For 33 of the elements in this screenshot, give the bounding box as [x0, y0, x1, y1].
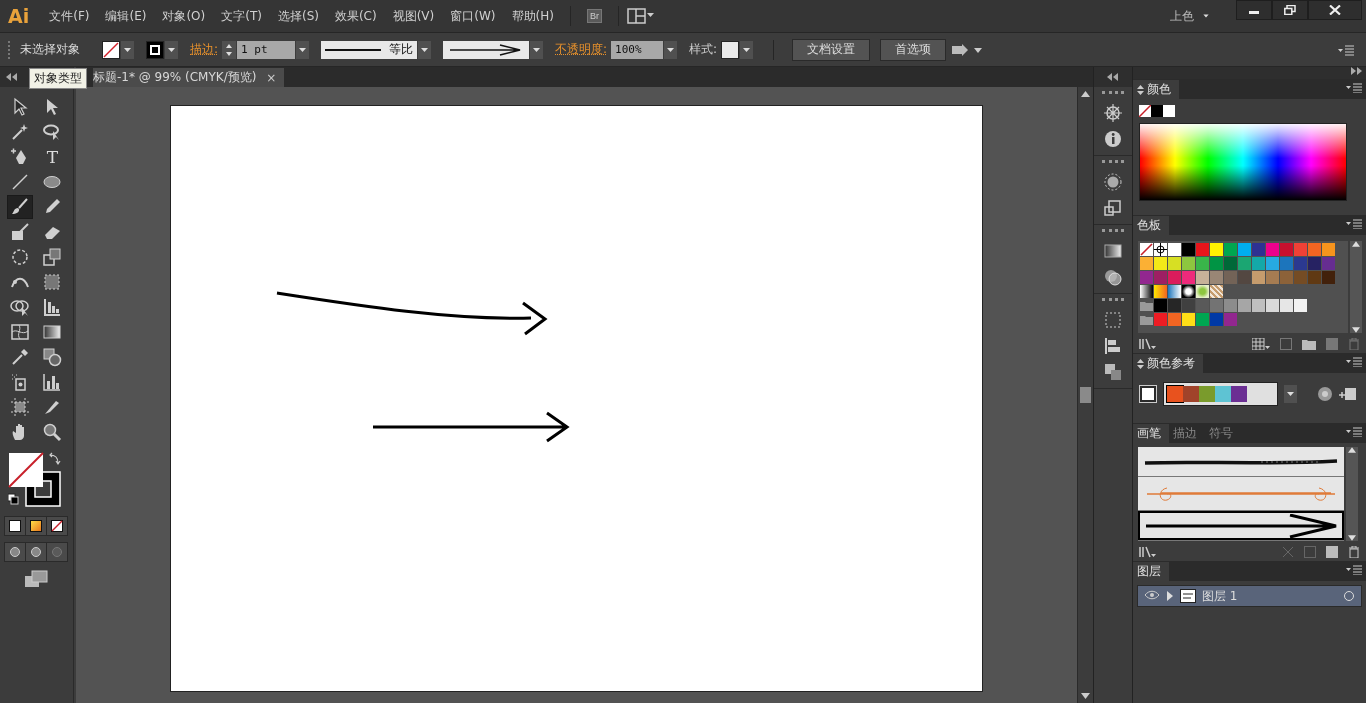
document-tab[interactable]: 标题-1* @ 99% (CMYK/预览) ×	[92, 68, 285, 87]
menu-item[interactable]: 编辑(E)	[97, 7, 155, 25]
workspace-switcher[interactable]: 上色	[1164, 6, 1216, 26]
menu-item[interactable]: 视图(V)	[384, 7, 443, 25]
menu-item[interactable]: 帮助(H)	[503, 7, 562, 25]
menu-item[interactable]: 效果(C)	[326, 7, 385, 25]
panel-tab[interactable]: 颜色参考	[1133, 354, 1203, 373]
bridge-button[interactable]: Br	[586, 9, 602, 23]
selection-status: 未选择对象	[20, 41, 80, 58]
layer-name: 图层 1	[1202, 587, 1239, 605]
layer-row[interactable]: 图层 1	[1137, 585, 1362, 607]
panel-tab[interactable]: 色板	[1133, 216, 1169, 235]
tooltip: 对象类型	[29, 68, 87, 89]
menu-item[interactable]: 选择(S)	[269, 7, 327, 25]
profile-label: 等比	[389, 41, 414, 58]
document-title: 标题-1* @ 99% (CMYK/预览)	[92, 69, 257, 86]
panel-tab[interactable]: 画笔	[1133, 424, 1169, 443]
opacity-label[interactable]: 不透明度:	[555, 41, 608, 58]
opacity-field[interactable]: 100%	[611, 40, 664, 59]
toolbar-button[interactable]: 首选项	[880, 38, 947, 61]
stroke-weight-field[interactable]: 1 pt	[237, 40, 296, 59]
tab-close-button[interactable]: ×	[266, 70, 277, 85]
menu-item[interactable]: 文件(F)	[41, 7, 98, 25]
menu-item[interactable]: 对象(O)	[154, 7, 214, 25]
tool-button[interactable]: T	[39, 145, 66, 169]
panel-tab[interactable]: 图层	[1133, 562, 1169, 581]
toolbar-button[interactable]: 文档设置	[792, 38, 871, 61]
stroke-label[interactable]: 描边:	[190, 41, 219, 58]
menu-item[interactable]: 窗口(W)	[442, 7, 504, 25]
app-logo: Ai	[7, 5, 31, 27]
panel-tab[interactable]: 颜色	[1133, 80, 1179, 99]
style-label: 样式:	[689, 41, 718, 58]
menu-item[interactable]: 文字(T)	[213, 7, 270, 25]
